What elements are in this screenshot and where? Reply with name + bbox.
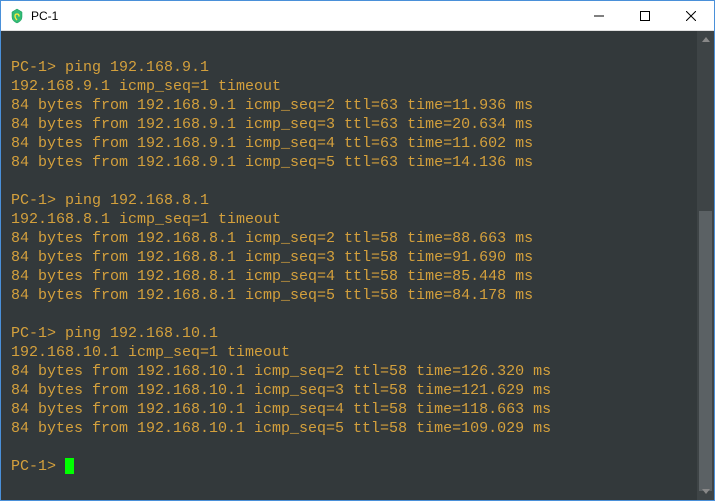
- terminal-output[interactable]: PC-1> ping 192.168.9.1192.168.9.1 icmp_s…: [1, 31, 697, 500]
- minimize-button[interactable]: [576, 1, 622, 30]
- app-icon: [9, 8, 25, 24]
- timeout-line: 192.168.9.1 icmp_seq=1 timeout: [11, 77, 697, 96]
- reply-line: 84 bytes from 192.168.8.1 icmp_seq=4 ttl…: [11, 267, 697, 286]
- command-line: PC-1> ping 192.168.10.1: [11, 324, 697, 343]
- command-line: PC-1> ping 192.168.9.1: [11, 58, 697, 77]
- reply-line: 84 bytes from 192.168.10.1 icmp_seq=3 tt…: [11, 381, 697, 400]
- blank-line: [11, 172, 697, 191]
- reply-line: 84 bytes from 192.168.10.1 icmp_seq=5 tt…: [11, 419, 697, 438]
- window-title: PC-1: [31, 9, 576, 23]
- timeout-line: 192.168.10.1 icmp_seq=1 timeout: [11, 343, 697, 362]
- timeout-line: 192.168.8.1 icmp_seq=1 timeout: [11, 210, 697, 229]
- maximize-button[interactable]: [622, 1, 668, 30]
- scroll-up-arrow[interactable]: [697, 31, 714, 48]
- terminal-area: PC-1> ping 192.168.9.1192.168.9.1 icmp_s…: [1, 31, 714, 500]
- close-button[interactable]: [668, 1, 714, 30]
- titlebar[interactable]: PC-1: [1, 1, 714, 31]
- reply-line: 84 bytes from 192.168.9.1 icmp_seq=4 ttl…: [11, 134, 697, 153]
- prompt-line[interactable]: PC-1>: [11, 457, 697, 476]
- scroll-down-arrow[interactable]: [697, 483, 714, 500]
- reply-line: 84 bytes from 192.168.9.1 icmp_seq=2 ttl…: [11, 96, 697, 115]
- cursor: [65, 458, 74, 474]
- reply-line: 84 bytes from 192.168.8.1 icmp_seq=2 ttl…: [11, 229, 697, 248]
- reply-line: 84 bytes from 192.168.10.1 icmp_seq=4 tt…: [11, 400, 697, 419]
- scroll-thumb[interactable]: [699, 211, 712, 491]
- blank-line: [11, 438, 697, 457]
- scrollbar[interactable]: [697, 31, 714, 500]
- window-controls: [576, 1, 714, 30]
- blank-line: [11, 305, 697, 324]
- reply-line: 84 bytes from 192.168.9.1 icmp_seq=5 ttl…: [11, 153, 697, 172]
- command-line: PC-1> ping 192.168.8.1: [11, 191, 697, 210]
- blank-line: [11, 39, 697, 58]
- reply-line: 84 bytes from 192.168.9.1 icmp_seq=3 ttl…: [11, 115, 697, 134]
- reply-line: 84 bytes from 192.168.10.1 icmp_seq=2 tt…: [11, 362, 697, 381]
- reply-line: 84 bytes from 192.168.8.1 icmp_seq=3 ttl…: [11, 248, 697, 267]
- reply-line: 84 bytes from 192.168.8.1 icmp_seq=5 ttl…: [11, 286, 697, 305]
